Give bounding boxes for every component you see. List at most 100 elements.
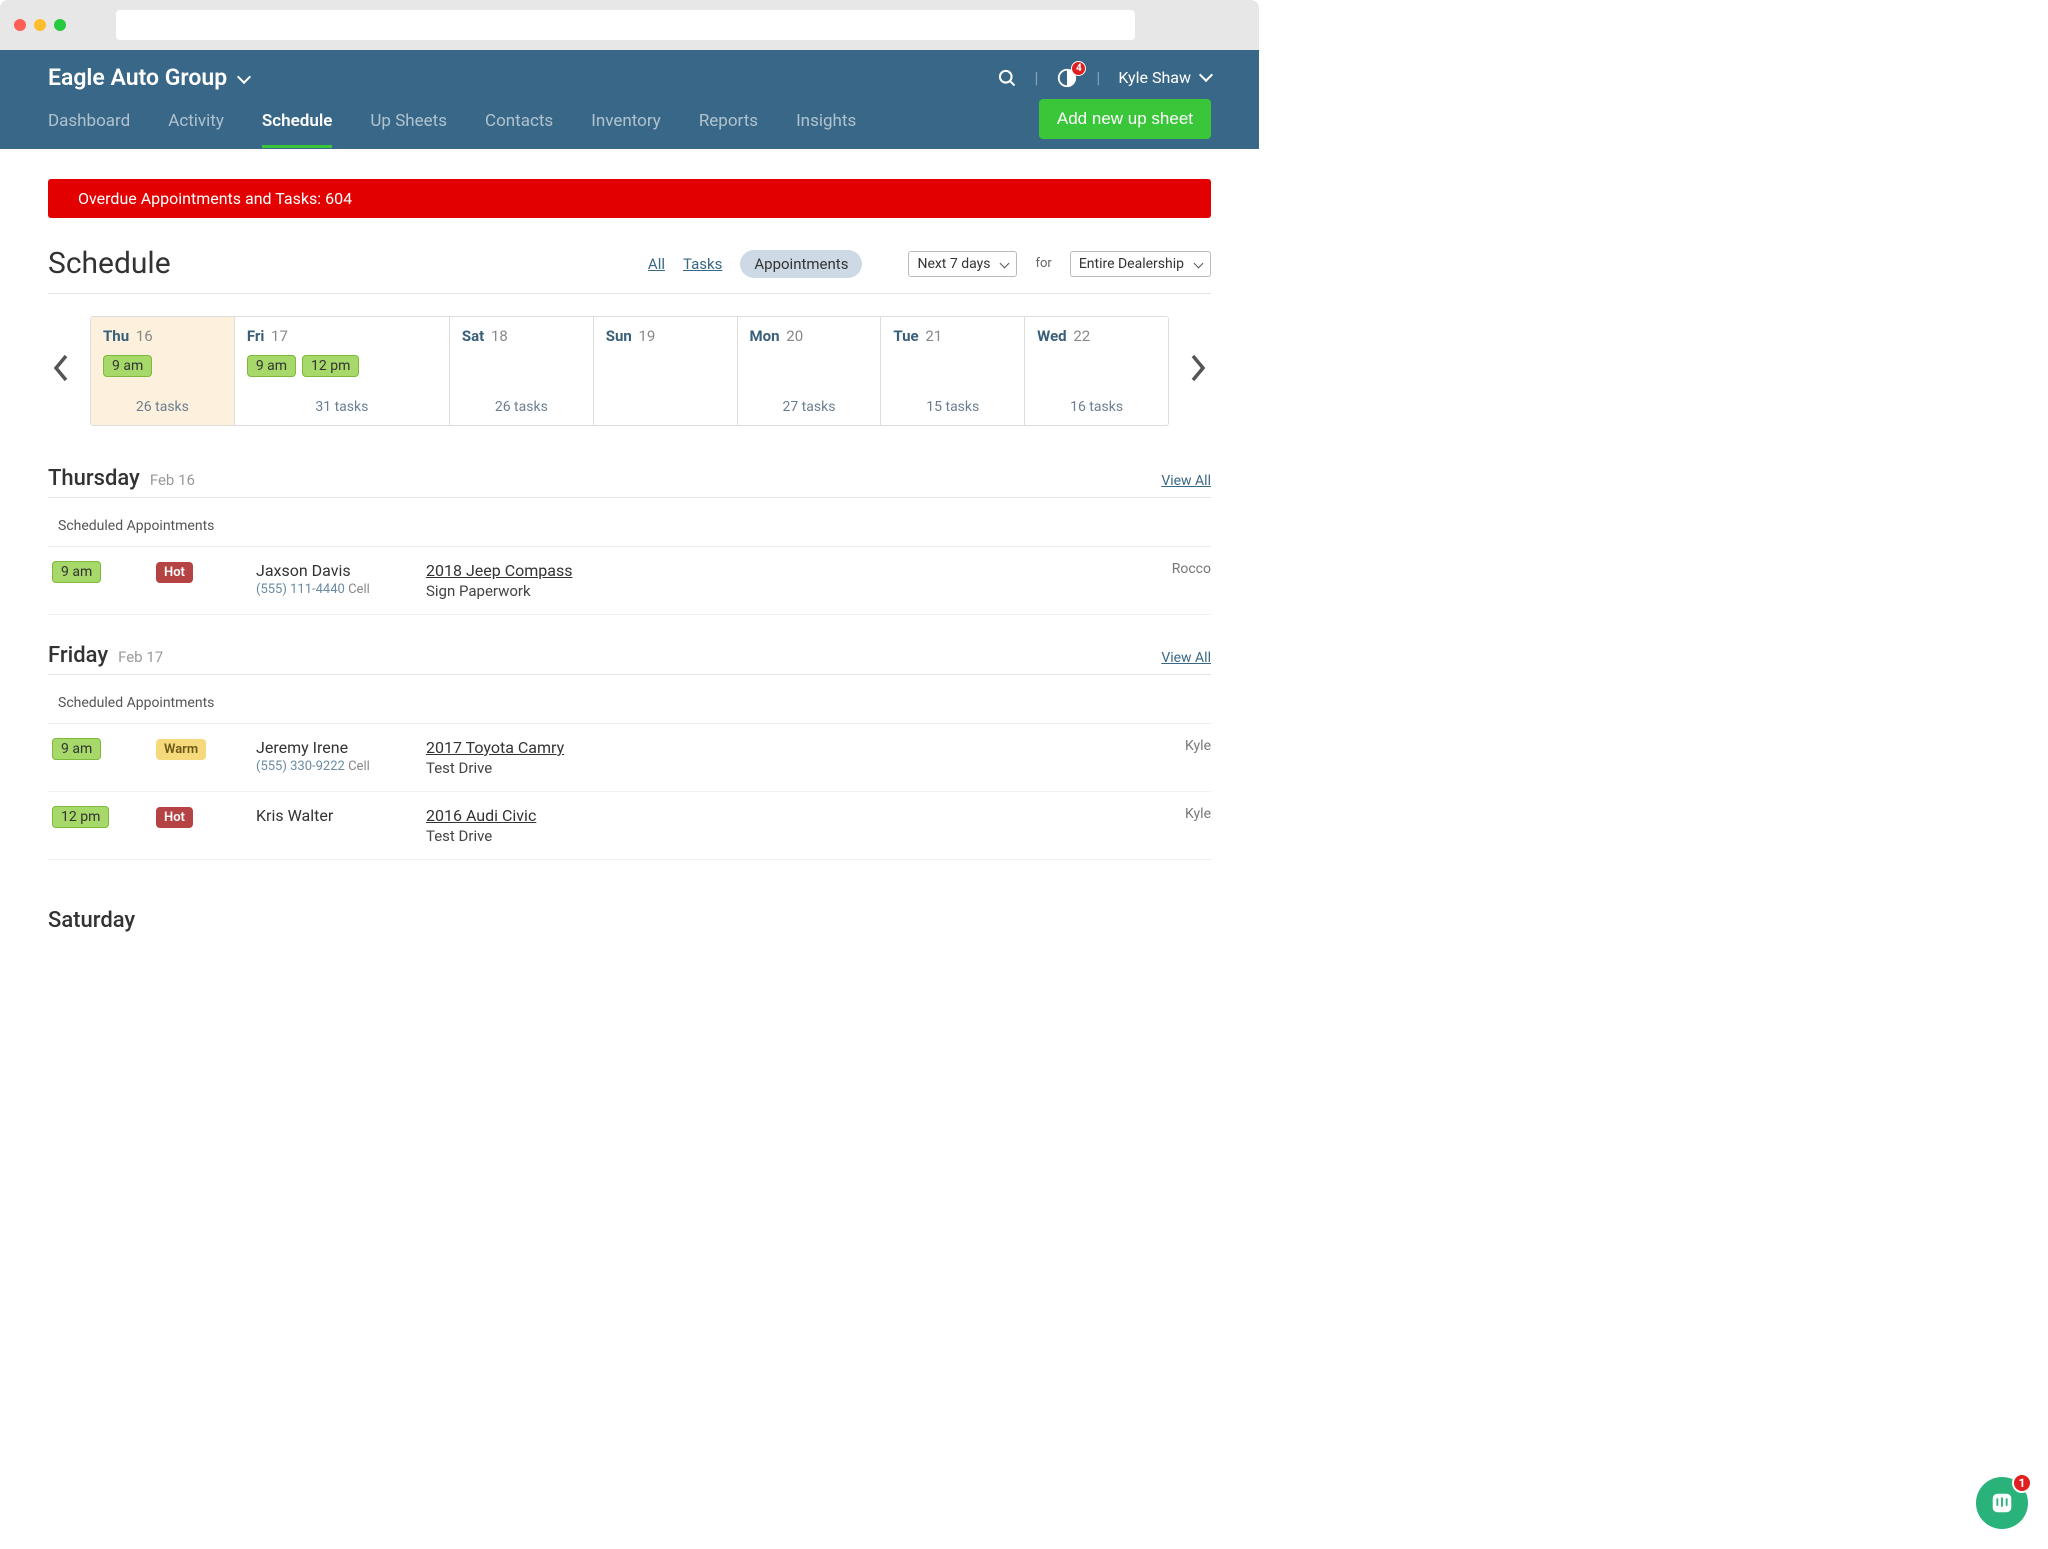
customer-name: Kris Walter	[256, 806, 406, 825]
day-time-pills: 9 am	[103, 355, 222, 377]
day-column[interactable]: Tue 21 15 tasks	[881, 317, 1025, 425]
nav-insights[interactable]: Insights	[796, 101, 856, 148]
week-prev-button[interactable]	[48, 353, 74, 390]
rep-name: Rocco	[1151, 561, 1211, 577]
day-header: Fri 17	[247, 327, 437, 345]
filter-tasks[interactable]: Tasks	[683, 255, 722, 273]
day-header: Thu 16	[103, 327, 222, 345]
close-icon[interactable]	[14, 19, 26, 31]
day-column[interactable]: Fri 179 am12 pm31 tasks	[235, 317, 450, 425]
appt-time-pill: 9 am	[52, 561, 101, 583]
nav-dashboard[interactable]: Dashboard	[48, 101, 130, 148]
day-task-count: 27 tasks	[750, 391, 869, 415]
nav-activity[interactable]: Activity	[168, 101, 224, 148]
day-section: FridayFeb 17View AllScheduled Appointmen…	[48, 643, 1211, 860]
day-header: Mon 20	[750, 327, 869, 345]
nav-reports[interactable]: Reports	[699, 101, 758, 148]
day-section-header: FridayFeb 17View All	[48, 643, 1211, 675]
appointment-type: Sign Paperwork	[426, 582, 1131, 600]
week-strip: Thu 169 am26 tasksFri 179 am12 pm31 task…	[90, 316, 1169, 426]
separator: |	[1096, 68, 1100, 87]
nav-up-sheets[interactable]: Up Sheets	[370, 101, 447, 148]
view-all-link[interactable]: View All	[1161, 473, 1211, 489]
window-controls	[14, 19, 66, 31]
filter-all[interactable]: All	[648, 255, 665, 273]
day-header: Sun 19	[606, 327, 725, 345]
heat-badge: Hot	[156, 807, 193, 828]
chevron-down-icon	[235, 64, 249, 91]
page-title: Schedule	[48, 246, 171, 281]
minimize-icon[interactable]	[34, 19, 46, 31]
app-header: Eagle Auto Group | 4 | Kyle Shaw Dashboa…	[0, 50, 1259, 149]
appointment-row[interactable]: 12 pm Hot Kris Walter 2016 Audi Civic Test D…	[48, 792, 1211, 860]
view-all-link[interactable]: View All	[1161, 650, 1211, 666]
day-header: Wed 22	[1037, 327, 1156, 345]
day-task-count: 26 tasks	[103, 391, 222, 415]
for-label: for	[1035, 256, 1051, 271]
day-header: Sat 18	[462, 327, 581, 345]
maximize-icon[interactable]	[54, 19, 66, 31]
nav-contacts[interactable]: Contacts	[485, 101, 553, 148]
overdue-label: Overdue Appointments and Tasks:	[78, 189, 321, 208]
dealer-name: Eagle Auto Group	[48, 64, 227, 91]
heat-badge: Warm	[156, 739, 206, 760]
vehicle-link[interactable]: 2016 Audi Civic	[426, 806, 536, 825]
heat-badge: Hot	[156, 562, 193, 583]
appointment-row[interactable]: 9 am Warm Jeremy Irene (555) 330-9222 Cell 2…	[48, 724, 1211, 792]
url-bar[interactable]	[116, 10, 1135, 40]
day-column[interactable]: Thu 16 9 am 26 tasks	[91, 317, 235, 425]
day-date: Feb 16	[150, 471, 195, 489]
customer-name: Jeremy Irene	[256, 738, 406, 757]
nav-inventory[interactable]: Inventory	[591, 101, 661, 148]
week-next-button[interactable]	[1185, 353, 1211, 390]
user-menu[interactable]: Kyle Shaw	[1118, 68, 1211, 87]
overdue-count: 604	[325, 189, 352, 208]
filter-appointments[interactable]: Appointments	[740, 250, 862, 278]
time-pill[interactable]: 12 pm	[302, 355, 359, 377]
day-name: Thursday	[48, 466, 140, 491]
chat-launcher[interactable]: 1	[1976, 1477, 2028, 1529]
dealer-switcher[interactable]: Eagle Auto Group	[48, 64, 249, 91]
add-up-sheet-button[interactable]: Add new up sheet	[1039, 99, 1211, 139]
nav-schedule[interactable]: Schedule	[262, 101, 333, 148]
appointment-row[interactable]: 9 amHotJaxson Davis(555) 111-4440 Cell20…	[48, 547, 1211, 615]
day-section: Thursday Feb 16 View All Scheduled Appointm…	[48, 466, 1211, 615]
user-name-label: Kyle Shaw	[1118, 68, 1191, 87]
time-pill[interactable]: 9 am	[247, 355, 296, 377]
customer-phone: (555) 111-4440 Cell	[256, 582, 406, 597]
vehicle-link[interactable]: 2017 Toyota Camry	[426, 738, 564, 757]
day-column[interactable]: Sun 19	[594, 317, 738, 425]
appt-time-pill: 12 pm	[52, 806, 109, 828]
day-column[interactable]: Sat 18 26 tasks	[450, 317, 594, 425]
range-select[interactable]: Next 7 days	[908, 251, 1017, 277]
day-header: Tue 21	[893, 327, 1012, 345]
overdue-banner[interactable]: Overdue Appointments and Tasks: 604	[48, 179, 1211, 218]
search-icon[interactable]	[997, 68, 1017, 88]
day-column[interactable]: Mon 20 27 tasks	[738, 317, 882, 425]
next-day-heading: Saturday	[48, 888, 1211, 933]
day-task-count: 26 tasks	[462, 391, 581, 415]
main-nav: Dashboard Activity Schedule Up Sheets Contac…	[48, 101, 856, 148]
appt-time-pill: 9 am	[52, 738, 101, 760]
rep-name: Kyle	[1151, 738, 1211, 754]
scope-select[interactable]: Entire Dealership	[1070, 251, 1211, 277]
day-time-pills: 9 am 12 pm	[247, 355, 437, 377]
week-navigator: Thu 169 am26 tasksFri 179 am12 pm31 task…	[48, 316, 1211, 426]
section-subheading: Scheduled Appointments	[48, 498, 1211, 547]
day-task-count	[606, 407, 725, 415]
customer-phone: (555) 330-9222 Cell	[256, 759, 406, 774]
notifications-icon[interactable]: 4	[1056, 67, 1078, 89]
day-task-count: 16 tasks	[1037, 391, 1156, 415]
appointment-type: Test Drive	[426, 827, 1131, 845]
day-section-header: Thursday Feb 16 View All	[48, 466, 1211, 498]
day-task-count: 15 tasks	[893, 391, 1012, 415]
day-column[interactable]: Wed 22 16 tasks	[1025, 317, 1168, 425]
appointment-type: Test Drive	[426, 759, 1131, 777]
notification-badge: 4	[1071, 61, 1086, 76]
vehicle-link[interactable]: 2018 Jeep Compass	[426, 561, 572, 580]
time-pill[interactable]: 9 am	[103, 355, 152, 377]
main-content: Overdue Appointments and Tasks: 604 Sche…	[0, 149, 1259, 963]
separator: |	[1035, 68, 1039, 87]
section-subheading: Scheduled Appointments	[48, 675, 1211, 724]
browser-chrome	[0, 0, 1259, 50]
